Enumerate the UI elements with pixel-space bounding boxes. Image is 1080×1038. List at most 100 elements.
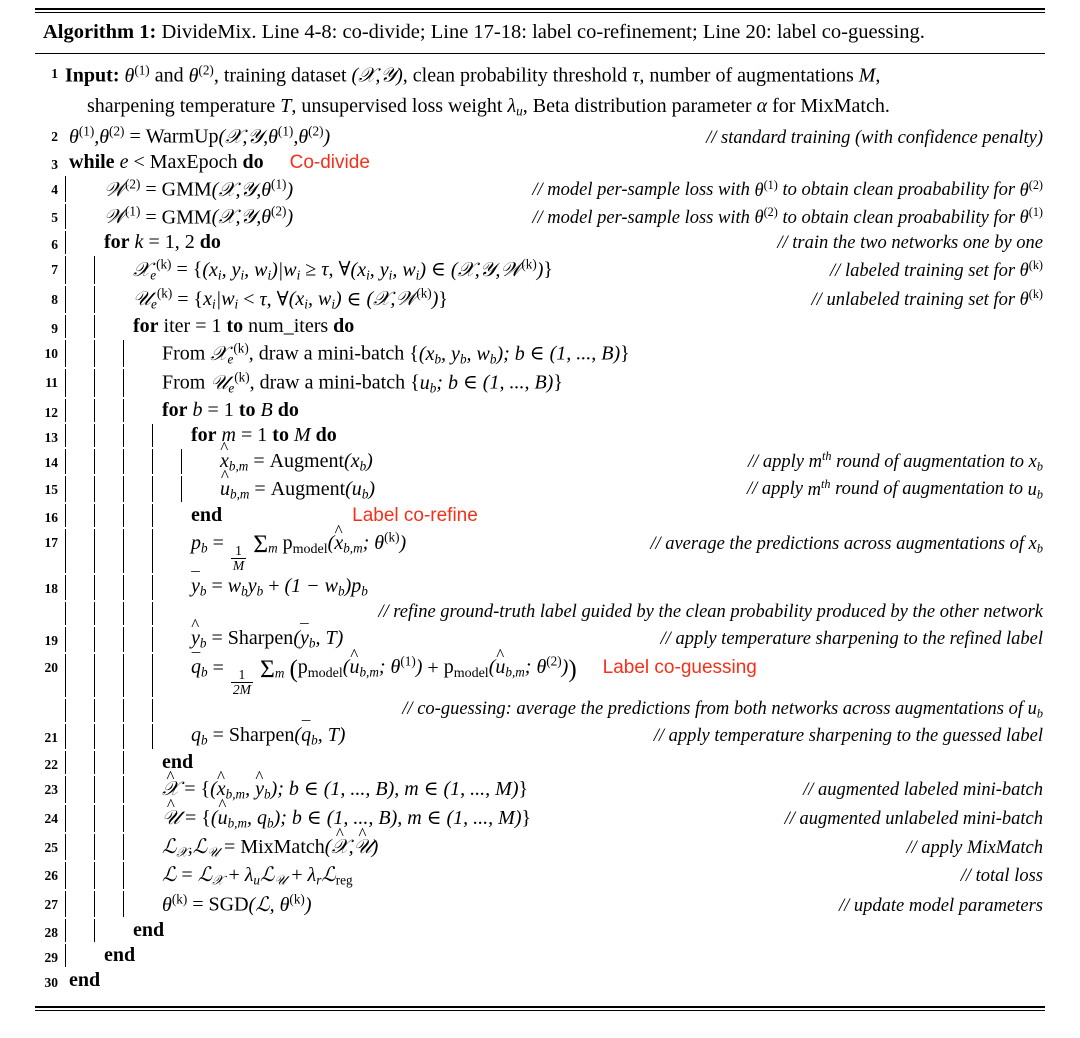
indent-guide-2 — [94, 448, 123, 475]
alg-line-29: 29 end — [35, 942, 1045, 967]
line-number: 7 — [51, 262, 58, 278]
indent-guide-3 — [123, 751, 152, 775]
keyword-do: do — [315, 423, 337, 446]
alg-line-19: 19 ^ yb = Sharpen(¯ yb, T) // apply temper… — [35, 615, 1045, 652]
line-8-comment: // unlabeled training set for θ(k) — [811, 287, 1043, 311]
line-27-statement: θ(k) = SGD(ℒ, θ(k)) // update model para… — [162, 890, 1043, 916]
line-2-comment: // standard training (with confidence pe… — [706, 127, 1043, 148]
indent-guide-1 — [65, 575, 94, 600]
annotation-label-co-refine: Label co-refine — [352, 505, 478, 527]
annotation-co-divide: Co-divide — [289, 151, 370, 173]
line-23-comment: // augmented labeled mini-batch — [803, 780, 1043, 801]
indent-guide-1 — [65, 175, 94, 202]
line-7-comment: // labeled training set for θ(k) — [830, 257, 1043, 281]
line-5-statement: 𝒲(1) = GMM(𝒳,𝒴,θ(2)) // model per-sample… — [104, 203, 1043, 229]
line-19-statement: ^ yb = Sharpen(¯ yb, T) // apply temperatu… — [191, 615, 1043, 651]
line-number: 8 — [51, 291, 58, 307]
alg-line-28: 28 end — [35, 917, 1045, 942]
indent-guide-3 — [123, 804, 152, 832]
line-16-statement: end Label co-refine — [181, 504, 1045, 527]
indent-guide-3 — [123, 862, 152, 889]
line-6-comment: // train the two networks one by one — [777, 233, 1043, 254]
indent-guides — [65, 751, 152, 775]
line-number: 13 — [44, 429, 59, 445]
line-14-statement: ^ xb,m = Augment(xb) // apply mth round o… — [220, 438, 1043, 474]
indent-guide-3 — [123, 369, 152, 397]
indent-guides — [65, 804, 152, 832]
line-18-statement: ¯ yb = wbyb + (1 − wb)pb — [191, 569, 368, 599]
indent-guide-1 — [65, 626, 94, 652]
keyword-end: end — [104, 943, 136, 966]
indent-guide-1 — [65, 776, 94, 803]
alg-line-26: 26 ℒ = ℒ𝒳 + λuℒ𝒰 + λrℒreg // total loss — [35, 860, 1045, 889]
indent-guide-3 — [123, 653, 152, 698]
alg-line-13: 13 for m = 1 to M do — [35, 422, 1045, 447]
indent-guide-1 — [65, 256, 94, 284]
indent-guides — [65, 256, 123, 284]
line-25-statement: ℒ𝒳,ℒ𝒰 = MixMatch(^ 𝒳, ^ 𝒰) // apply MixMatc… — [162, 823, 1043, 860]
alg-line-10: 10 From 𝒳e(k), draw a mini-batch {(xb, y… — [35, 338, 1045, 368]
line-number: 24 — [44, 810, 59, 826]
alg-line-18: 18 ¯ yb = wbyb + (1 − wb)pb — [35, 569, 1045, 600]
line-number: 12 — [44, 404, 59, 420]
line-26-comment: // total loss — [960, 866, 1043, 887]
indent-guide-1 — [65, 601, 94, 625]
alg-line-24: 24 ^ 𝒰 = {(^ ub,m, qb); b ∈ (1, ..., B), m… — [35, 796, 1045, 832]
line-number: 16 — [44, 510, 59, 526]
indent-guide-4 — [152, 529, 181, 574]
indent-guide-1 — [65, 833, 94, 861]
indent-guides — [65, 339, 152, 368]
indent-guides — [65, 423, 181, 447]
indent-guides — [65, 448, 210, 475]
line-27-comment: // update model parameters — [839, 895, 1043, 916]
alg-line-3: 3 while e < MaxEpoch do Co-divide — [35, 149, 1045, 174]
indent-guides — [65, 943, 94, 967]
alg-line-20-continuation: // co-guessing: average the predictions … — [35, 697, 1045, 723]
indent-guide-1 — [65, 890, 94, 917]
alg-line-12: 12 for b = 1 to B do — [35, 397, 1045, 422]
indent-guide-1 — [65, 476, 94, 503]
indent-guide-2 — [94, 833, 123, 861]
keyword-to: to — [226, 314, 244, 337]
indent-guide-2 — [94, 804, 123, 832]
indent-guides — [65, 369, 152, 397]
alg-line-7: 7 𝒳e(k) = {(xi, yi, wi)|wi ≥ τ, ∀(xi, yi… — [35, 254, 1045, 284]
line-7-statement: 𝒳e(k) = {(xi, yi, wi)|wi ≥ τ, ∀(xi, yi, … — [133, 256, 1043, 283]
line-18-comment: // refine ground-truth label guided by t… — [378, 601, 1043, 622]
indent-guide-3 — [123, 833, 152, 861]
line-4-comment: // model per-sample loss with θ(1) to ob… — [532, 177, 1043, 201]
alg-line-5: 5 𝒲(1) = GMM(𝒳,𝒴,θ(2)) // model per-samp… — [35, 202, 1045, 230]
indent-guide-1 — [65, 314, 94, 338]
indent-guide-1 — [65, 862, 94, 889]
keyword-for: for — [162, 398, 188, 421]
line-18-comment-row: // refine ground-truth label guided by t… — [181, 602, 1045, 623]
line-22-statement: end — [152, 751, 1045, 774]
indent-guide-3 — [123, 476, 152, 503]
line-number: 23 — [44, 782, 59, 798]
indent-guide-4 — [152, 724, 181, 750]
indent-guide-1 — [65, 231, 94, 255]
alg-line-9: 9 for iter = 1 to num_iters do — [35, 313, 1045, 338]
alg-line-22: 22 end — [35, 749, 1045, 775]
indent-guide-2 — [94, 256, 123, 284]
alg-line-23: 23 ^ 𝒳 = {(^ xb,m, ^ yb); b ∈ (1, ..., B), … — [35, 768, 1045, 803]
indent-guide-2 — [94, 423, 123, 447]
indent-guides — [65, 175, 94, 202]
indent-guide-1 — [65, 653, 94, 698]
keyword-for: for — [104, 231, 130, 254]
line-17-comment: // average the predictions across augmen… — [650, 534, 1043, 556]
indent-guides — [65, 203, 94, 230]
algorithm-body: 1 Input: θ(1) and θ(2), training dataset… — [35, 54, 1045, 991]
alg-line-30: 30 end — [35, 967, 1045, 992]
indent-guide-4 — [152, 504, 181, 528]
alg-line-14: 14 ^ xb,m = Augment(xb) // apply mth roun… — [35, 438, 1045, 475]
indent-guides — [65, 504, 181, 528]
indent-guide-3 — [123, 890, 152, 917]
indent-guide-2 — [94, 890, 123, 917]
indent-guide-2 — [94, 751, 123, 775]
indent-guide-1 — [65, 918, 94, 942]
indent-guide-5 — [181, 476, 210, 503]
line-number: 29 — [44, 949, 59, 965]
alg-line-21: 21 qb = Sharpen(¯ qb, T) // apply tempera… — [35, 719, 1045, 750]
indent-guide-2 — [94, 398, 123, 422]
